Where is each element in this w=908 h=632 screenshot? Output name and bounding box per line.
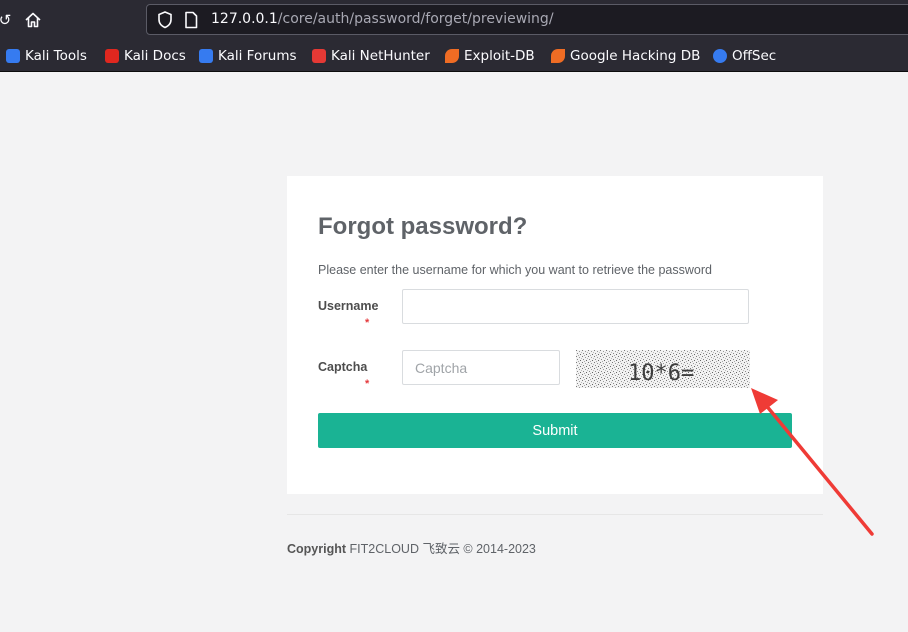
page-info-icon[interactable] bbox=[181, 9, 201, 31]
bookmark-offsec[interactable]: OffSec bbox=[713, 46, 776, 66]
url-text[interactable]: 127.0.0.1/core/auth/password/forget/prev… bbox=[211, 11, 554, 27]
copyright-label: Copyright bbox=[287, 542, 347, 556]
offsec-icon bbox=[713, 49, 727, 63]
submit-button[interactable]: Submit bbox=[318, 413, 792, 448]
reload-icon[interactable]: ↺ bbox=[0, 9, 16, 31]
bookmark-label: OffSec bbox=[732, 48, 777, 64]
bookmark-label: Kali Docs bbox=[124, 48, 186, 64]
bookmark-kali-docs[interactable]: Kali Docs bbox=[105, 46, 186, 66]
copyright-text: FIT2CLOUD 飞致云 © 2014-2023 bbox=[349, 542, 536, 556]
captcha-image[interactable]: 10*6= bbox=[576, 350, 750, 388]
kali-docs-icon bbox=[105, 49, 119, 63]
bookmarks-toolbar: Kali Tools Kali Docs Kali Forums Kali Ne… bbox=[0, 40, 908, 72]
bookmark-kali-forums[interactable]: Kali Forums bbox=[199, 46, 297, 66]
tracking-shield-icon[interactable] bbox=[155, 9, 175, 31]
address-bar[interactable]: 127.0.0.1/core/auth/password/forget/prev… bbox=[146, 4, 908, 35]
bookmark-google-hacking-db[interactable]: Google Hacking DB bbox=[551, 46, 700, 66]
kali-nethunter-icon bbox=[312, 49, 326, 63]
bookmark-label: Kali NetHunter bbox=[331, 48, 430, 64]
bookmark-label: Exploit-DB bbox=[464, 48, 535, 64]
home-icon[interactable] bbox=[22, 9, 44, 31]
bookmark-exploit-db[interactable]: Exploit-DB bbox=[445, 46, 535, 66]
browser-toolbar: ↺ 127.0.0.1/core/auth/password/forget/pr… bbox=[0, 0, 908, 40]
bookmark-label: Google Hacking DB bbox=[570, 48, 701, 64]
url-host: 127.0.0.1 bbox=[211, 11, 278, 27]
captcha-label: Captcha bbox=[318, 360, 368, 374]
ghdb-icon bbox=[551, 49, 565, 63]
page-title: Forgot password? bbox=[318, 213, 528, 240]
bookmark-kali-nethunter[interactable]: Kali NetHunter bbox=[312, 46, 430, 66]
form-description: Please enter the username for which you … bbox=[318, 263, 712, 277]
username-input[interactable] bbox=[402, 289, 749, 324]
required-mark: * bbox=[365, 317, 370, 329]
bookmark-label: Kali Tools bbox=[25, 48, 87, 64]
kali-tools-icon bbox=[6, 49, 20, 63]
url-path: /core/auth/password/forget/previewing/ bbox=[277, 11, 554, 27]
footer-copyright: Copyright FIT2CLOUD 飞致云 © 2014-2023 bbox=[287, 538, 536, 557]
exploit-db-icon bbox=[445, 49, 459, 63]
username-label: Username bbox=[318, 299, 379, 313]
kali-forums-icon bbox=[199, 49, 213, 63]
captcha-text: 10*6= bbox=[628, 361, 694, 386]
bookmark-kali-tools[interactable]: Kali Tools bbox=[6, 46, 87, 66]
required-mark: * bbox=[365, 378, 370, 390]
bookmark-label: Kali Forums bbox=[218, 48, 297, 64]
forgot-password-card: Forgot password? Please enter the userna… bbox=[287, 176, 823, 494]
footer-divider bbox=[287, 514, 823, 515]
captcha-input[interactable] bbox=[402, 350, 560, 385]
